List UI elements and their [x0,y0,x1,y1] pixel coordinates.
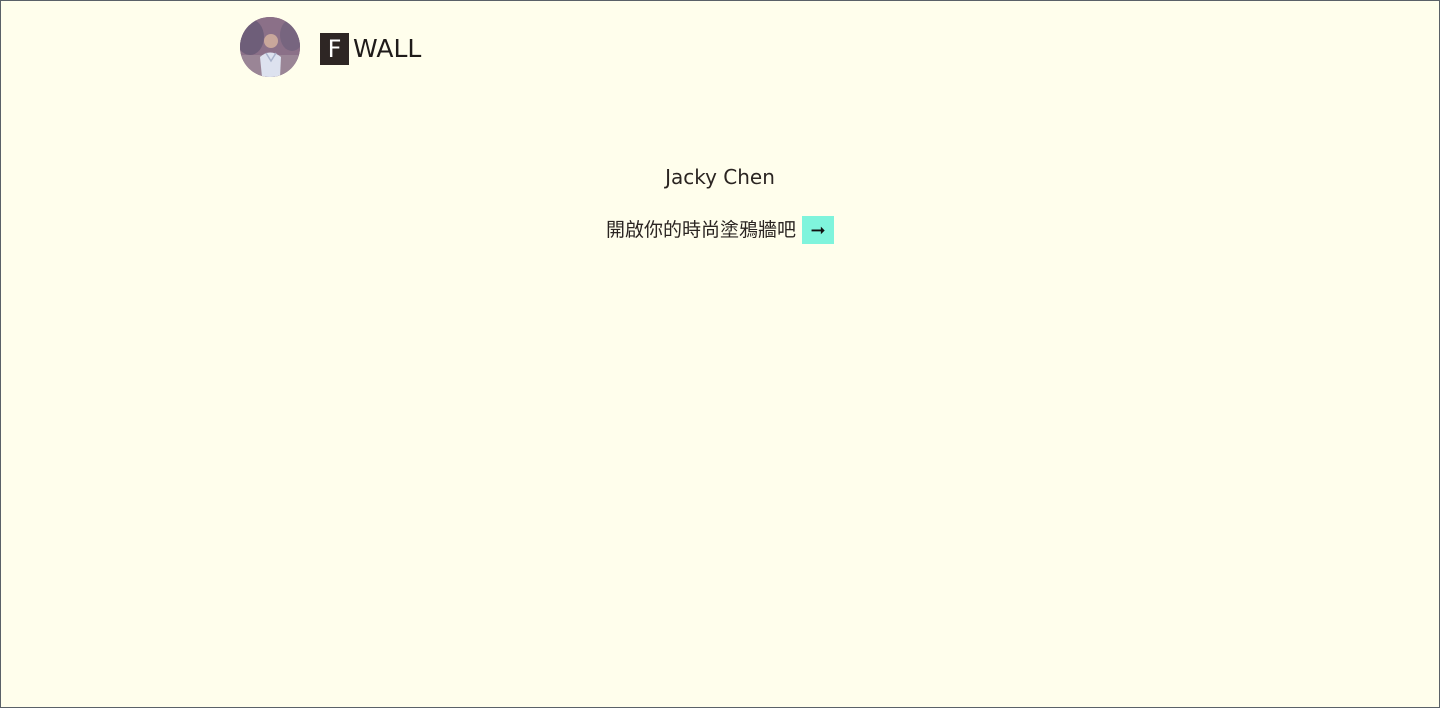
profile-name: Jacky Chen [665,165,775,189]
fwall-logo[interactable]: F WALL [320,33,421,65]
enter-wall-button[interactable]: ➞ [802,216,834,244]
cta-text: 開啟你的時尚塗鴉牆吧 [605,219,796,241]
page-frame: F WALL Jacky Chen 開啟你的時尚塗鴉牆吧 ➞ [0,0,1440,708]
user-avatar[interactable] [240,17,300,77]
cta-row: 開啟你的時尚塗鴉牆吧 ➞ [1,216,1439,244]
avatar-photo-icon [240,17,300,77]
arrow-right-icon: ➞ [810,219,826,241]
logo-letter-box: F [320,33,349,65]
logo-text: WALL [353,34,422,63]
